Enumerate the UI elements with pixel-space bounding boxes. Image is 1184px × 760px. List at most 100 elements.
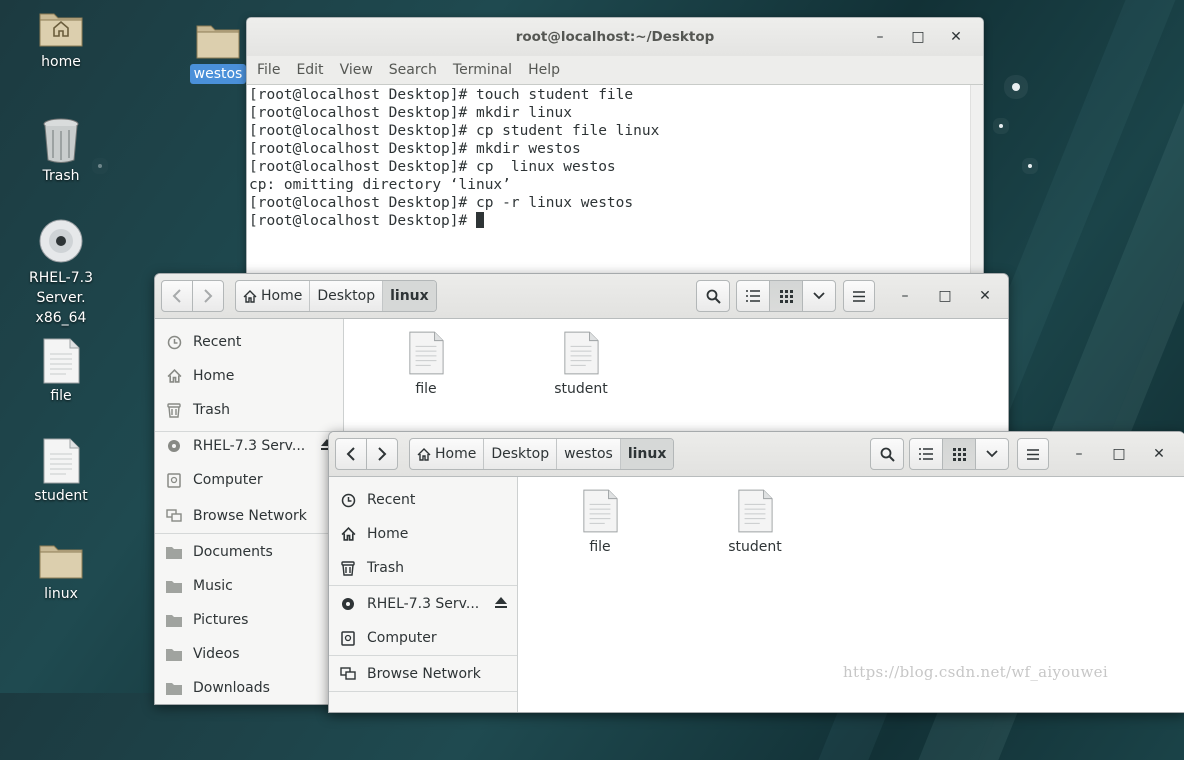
sidebar-item-computer[interactable]: Computer bbox=[155, 463, 343, 497]
sidebar-item-computer[interactable]: Computer bbox=[329, 621, 517, 655]
search-button[interactable] bbox=[696, 280, 730, 312]
menu-edit[interactable]: Edit bbox=[290, 62, 333, 78]
sidebar-item-rhel-disc[interactable]: RHEL-7.3 Serv... bbox=[155, 429, 343, 463]
terminal-line: cp: omitting directory ‘linux’ bbox=[249, 177, 511, 193]
terminal-output[interactable]: [root@localhost Desktop]# touch student … bbox=[247, 85, 983, 287]
sidebar-item-browse-network[interactable]: Browse Network bbox=[329, 657, 517, 691]
list-view-button[interactable] bbox=[909, 438, 943, 470]
sidebar-item-music[interactable]: Music bbox=[155, 569, 343, 603]
file-item-label: student bbox=[728, 539, 782, 555]
sidebar-separator bbox=[329, 691, 517, 692]
minimize-icon[interactable]: – bbox=[1060, 438, 1098, 470]
file-item[interactable]: file bbox=[376, 331, 476, 397]
trash-icon bbox=[165, 401, 183, 419]
chevron-left-icon bbox=[346, 447, 355, 461]
document-icon bbox=[43, 338, 80, 384]
clock-icon bbox=[165, 333, 183, 351]
grid-view-button[interactable] bbox=[942, 438, 976, 470]
breadcrumb-home[interactable]: Home bbox=[236, 281, 311, 311]
menu-button[interactable] bbox=[1017, 438, 1049, 470]
disc-icon bbox=[39, 219, 83, 263]
eject-icon[interactable] bbox=[495, 596, 507, 612]
computer-icon bbox=[339, 629, 357, 647]
sidebar-item-label: Computer bbox=[193, 472, 263, 488]
menu-view[interactable]: View bbox=[334, 62, 383, 78]
terminal-scrollbar[interactable] bbox=[970, 85, 983, 287]
sidebar-item-downloads[interactable]: Downloads bbox=[155, 671, 343, 704]
menu-search[interactable]: Search bbox=[383, 62, 447, 78]
sidebar-item-label: Downloads bbox=[193, 680, 270, 696]
sidebar-item-label: Recent bbox=[367, 492, 416, 508]
desktop-icon-rhel-disc[interactable]: RHEL-7.3 Server. x86_64 bbox=[11, 218, 111, 328]
desktop-icon-linux[interactable]: linux bbox=[11, 538, 111, 604]
menu-help[interactable]: Help bbox=[522, 62, 570, 78]
sidebar-item-pictures[interactable]: Pictures bbox=[155, 603, 343, 637]
file-item[interactable]: student bbox=[531, 331, 631, 397]
folder-icon bbox=[165, 611, 183, 629]
folder-icon bbox=[165, 645, 183, 663]
sidebar-item-browse-network[interactable]: Browse Network bbox=[155, 499, 343, 533]
folder-icon bbox=[39, 545, 83, 579]
file-manager-headerbar: Home Desktop westos linux – □ ✕ bbox=[329, 432, 1184, 477]
sidebar-item-label: Videos bbox=[193, 646, 240, 662]
desktop-icon-student[interactable]: student bbox=[11, 438, 111, 506]
breadcrumb: Home Desktop linux bbox=[235, 280, 437, 312]
terminal-window[interactable]: root@localhost:~/Desktop – □ ✕ File Edit… bbox=[246, 17, 984, 289]
breadcrumb-home[interactable]: Home bbox=[410, 439, 485, 469]
maximize-icon[interactable]: □ bbox=[899, 18, 937, 56]
sidebar-item-label: Documents bbox=[193, 544, 273, 560]
breadcrumb-linux[interactable]: linux bbox=[383, 281, 436, 311]
search-button[interactable] bbox=[870, 438, 904, 470]
forward-button[interactable] bbox=[366, 438, 398, 470]
sidebar-item-documents[interactable]: Documents bbox=[155, 535, 343, 569]
breadcrumb-label: Desktop bbox=[491, 446, 550, 462]
computer-icon bbox=[165, 471, 183, 489]
minimize-icon[interactable]: – bbox=[861, 18, 899, 56]
sidebar-item-videos[interactable]: Videos bbox=[155, 637, 343, 671]
breadcrumb-desktop[interactable]: Desktop bbox=[310, 281, 384, 311]
desktop-icon-label: home bbox=[41, 54, 81, 70]
back-button[interactable] bbox=[161, 280, 193, 312]
desktop-icon-trash[interactable]: Trash bbox=[11, 116, 111, 186]
sidebar-item-home[interactable]: Home bbox=[329, 517, 517, 551]
grid-view-button[interactable] bbox=[769, 280, 803, 312]
minimize-icon[interactable]: – bbox=[886, 280, 924, 312]
places-sidebar: Recent Home Trash RHEL-7.3 Serv... Compu… bbox=[155, 319, 344, 704]
sidebar-item-recent[interactable]: Recent bbox=[155, 325, 343, 359]
close-icon[interactable]: ✕ bbox=[966, 280, 1004, 312]
terminal-line: [root@localhost Desktop]# cp student fil… bbox=[249, 123, 660, 139]
desktop-icon-home[interactable]: home bbox=[11, 6, 111, 72]
text-cursor bbox=[475, 212, 484, 228]
sidebar-item-rhel-disc[interactable]: RHEL-7.3 Serv... bbox=[329, 587, 517, 621]
chevron-right-icon bbox=[204, 289, 213, 303]
sidebar-item-label: Computer bbox=[367, 630, 437, 646]
sidebar-item-trash[interactable]: Trash bbox=[155, 393, 343, 427]
maximize-icon[interactable]: □ bbox=[1100, 438, 1138, 470]
sidebar-item-home[interactable]: Home bbox=[155, 359, 343, 393]
view-options-button[interactable] bbox=[975, 438, 1009, 470]
menu-file[interactable]: File bbox=[251, 62, 290, 78]
document-icon bbox=[583, 489, 618, 533]
list-view-button[interactable] bbox=[736, 280, 770, 312]
file-item[interactable]: student bbox=[705, 489, 805, 555]
breadcrumb-desktop[interactable]: Desktop bbox=[484, 439, 558, 469]
terminal-titlebar[interactable]: root@localhost:~/Desktop – □ ✕ bbox=[247, 18, 983, 56]
view-options-button[interactable] bbox=[802, 280, 836, 312]
close-icon[interactable]: ✕ bbox=[1140, 438, 1178, 470]
home-icon bbox=[243, 289, 257, 303]
breadcrumb-westos[interactable]: westos bbox=[557, 439, 621, 469]
file-item[interactable]: file bbox=[550, 489, 650, 555]
sidebar-item-recent[interactable]: Recent bbox=[329, 483, 517, 517]
search-icon bbox=[880, 447, 895, 462]
menu-button[interactable] bbox=[843, 280, 875, 312]
desktop-icon-file[interactable]: file bbox=[11, 338, 111, 406]
search-icon bbox=[706, 289, 721, 304]
sidebar-item-trash[interactable]: Trash bbox=[329, 551, 517, 585]
close-icon[interactable]: ✕ bbox=[937, 18, 975, 56]
back-button[interactable] bbox=[335, 438, 367, 470]
menu-terminal[interactable]: Terminal bbox=[447, 62, 522, 78]
maximize-icon[interactable]: □ bbox=[926, 280, 964, 312]
folder-icon bbox=[165, 679, 183, 697]
breadcrumb-linux[interactable]: linux bbox=[620, 439, 674, 469]
forward-button[interactable] bbox=[192, 280, 224, 312]
